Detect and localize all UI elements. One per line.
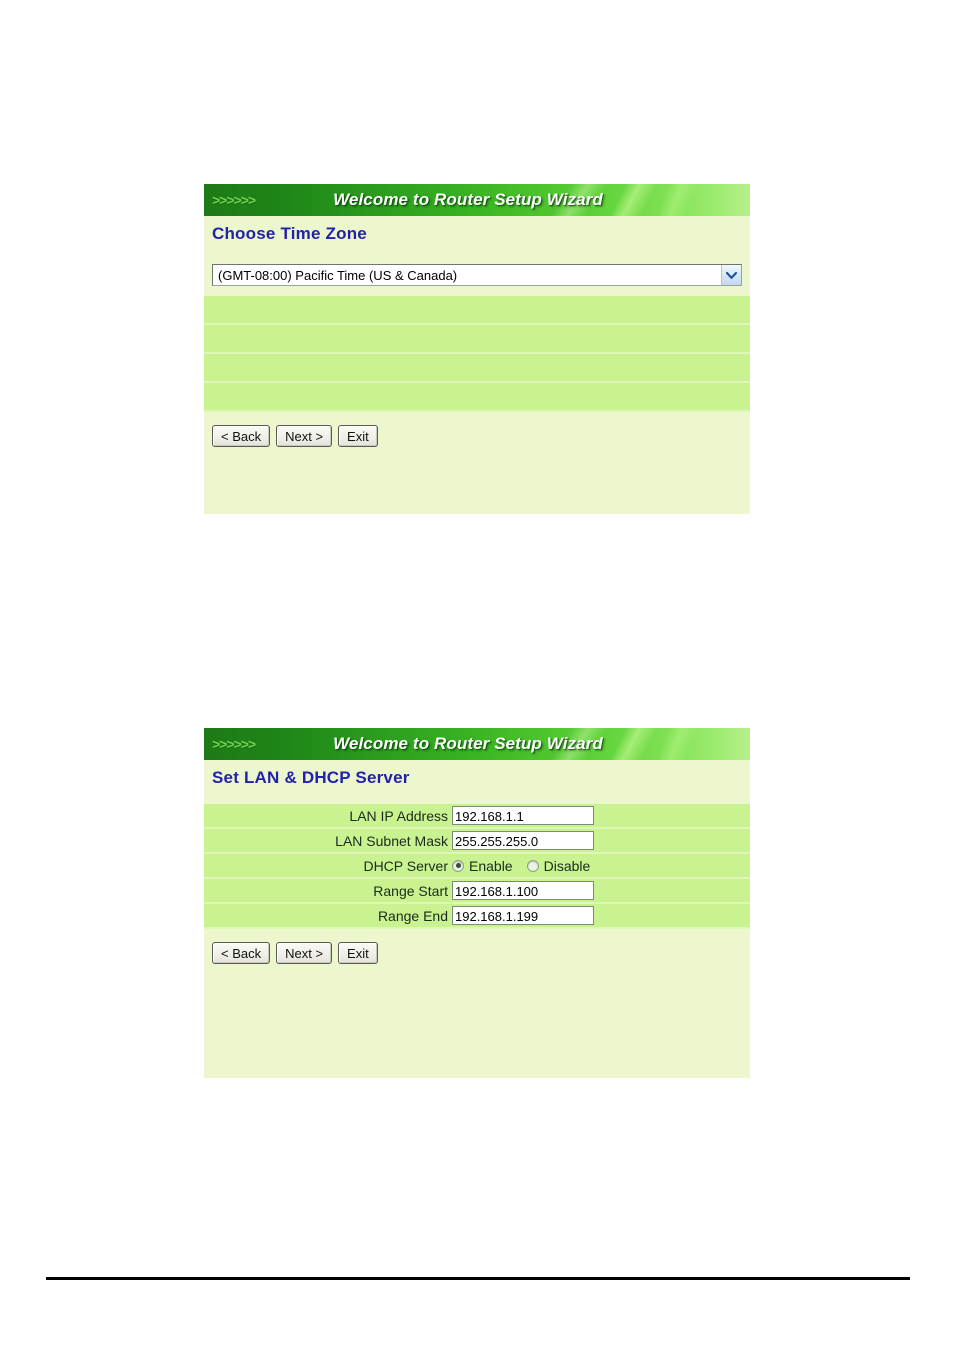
dhcp-enable-option[interactable]: Enable: [452, 858, 513, 874]
range-start-label: Range Start: [373, 882, 448, 899]
range-end-label: Range End: [377, 907, 448, 924]
page-title: Choose Time Zone: [212, 224, 367, 243]
banner-title: Welcome to Router Setup Wizard: [333, 190, 603, 209]
form-row-dhcp-server: DHCP Server Enable Disable: [204, 854, 750, 879]
lan-form-rows: LAN IP Address 192.168.1.1 LAN Subnet Ma…: [204, 804, 750, 929]
footer-divider: [46, 1277, 910, 1280]
form-row-range-start: Range Start 192.168.1.100: [204, 879, 750, 904]
select-spacer: [204, 286, 750, 296]
range-start-input[interactable]: 192.168.1.100: [452, 881, 594, 900]
timezone-wizard-panel: >>>>>> Welcome to Router Setup Wizard Ch…: [204, 184, 750, 514]
next-button[interactable]: Next >: [276, 942, 333, 964]
wizard-button-bar: < Back Next > Exit: [204, 929, 750, 964]
form-row-lan-subnet-mask: LAN Subnet Mask 255.255.255.0: [204, 829, 750, 854]
form-top-spacer: [204, 794, 750, 804]
wizard-banner: >>>>>> Welcome to Router Setup Wizard: [204, 184, 750, 216]
timezone-empty-rows: [204, 296, 750, 412]
table-row: [204, 383, 750, 412]
radio-unselected-icon[interactable]: [526, 859, 539, 872]
lan-subnet-mask-label: LAN Subnet Mask: [335, 832, 448, 849]
lan-dhcp-wizard-panel: >>>>>> Welcome to Router Setup Wizard Se…: [204, 728, 750, 1078]
back-button[interactable]: < Back: [212, 942, 271, 964]
wizard-banner: >>>>>> Welcome to Router Setup Wizard: [204, 728, 750, 760]
exit-button[interactable]: Exit: [338, 942, 378, 964]
lan-subnet-mask-input[interactable]: 255.255.255.0: [452, 831, 594, 850]
lan-ip-address-input[interactable]: 192.168.1.1: [452, 806, 594, 825]
table-row: [204, 354, 750, 383]
lan-ip-address-label: LAN IP Address: [349, 807, 448, 824]
wizard-button-bar: < Back Next > Exit: [204, 412, 750, 447]
dhcp-server-radio-group: Enable Disable: [452, 858, 604, 874]
page-title: Set LAN & DHCP Server: [212, 768, 410, 787]
form-row-lan-ip-address: LAN IP Address 192.168.1.1: [204, 804, 750, 829]
exit-button[interactable]: Exit: [338, 425, 378, 447]
banner-title: Welcome to Router Setup Wizard: [333, 734, 603, 753]
chevron-down-icon[interactable]: [721, 265, 741, 285]
dhcp-enable-label: Enable: [469, 857, 513, 874]
next-button[interactable]: Next >: [276, 425, 333, 447]
timezone-select[interactable]: (GMT-08:00) Pacific Time (US & Canada): [212, 264, 742, 286]
table-row: [204, 296, 750, 325]
dhcp-disable-label: Disable: [543, 857, 591, 874]
form-row-range-end: Range End 192.168.1.199: [204, 904, 750, 929]
back-button[interactable]: < Back: [212, 425, 271, 447]
table-row: [204, 325, 750, 354]
radio-selected-icon[interactable]: [452, 859, 464, 872]
dhcp-disable-option[interactable]: Disable: [526, 857, 591, 874]
dhcp-server-label: DHCP Server: [363, 857, 448, 874]
range-end-input[interactable]: 192.168.1.199: [452, 906, 594, 925]
timezone-select-value: (GMT-08:00) Pacific Time (US & Canada): [218, 267, 458, 283]
